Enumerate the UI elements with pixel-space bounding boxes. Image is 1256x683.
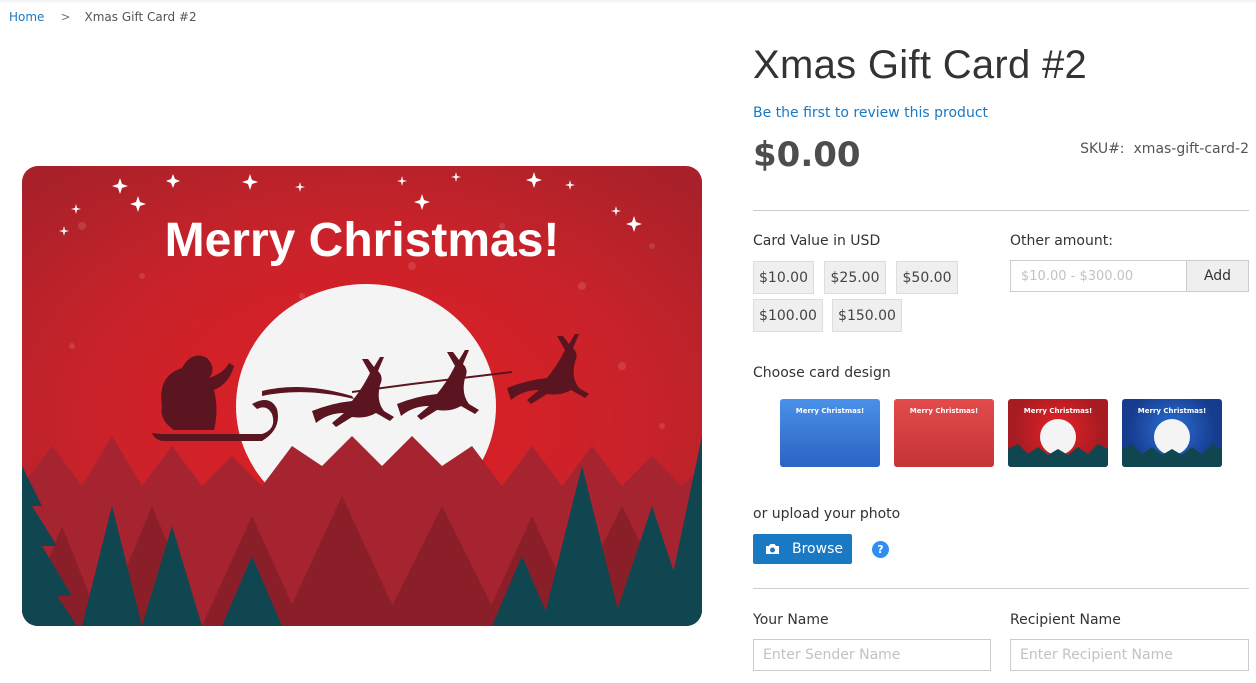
card-greeting-text: Merry Christmas! [165,214,560,267]
divider [753,588,1249,589]
design-thumbnail-art [1008,419,1108,467]
christmas-card-illustration: Merry Christmas! [22,166,702,626]
camera-icon [766,544,779,554]
product-info: Xmas Gift Card #2 Be the first to review… [753,40,1249,671]
breadcrumb-current: Xmas Gift Card #2 [84,10,197,24]
recipient-name-label: Recipient Name [1010,612,1121,628]
amount-button-10[interactable]: $10.00 [753,261,814,294]
recipient-name-input[interactable] [1010,639,1249,671]
browse-button[interactable]: Browse [753,534,852,564]
amount-button-50[interactable]: $50.00 [896,261,958,294]
card-value-label: Card Value in USD [753,233,881,249]
card-design-red-pattern[interactable]: Merry Christmas! [894,399,994,467]
review-link[interactable]: Be the first to review this product [753,105,988,121]
product-image[interactable]: Merry Christmas! [22,166,702,626]
other-amount-label: Other amount: [1010,233,1113,249]
add-amount-button[interactable]: Add [1186,260,1249,292]
your-name-label: Your Name [753,612,829,628]
upload-label: or upload your photo [753,506,901,522]
card-design-blue-pattern[interactable]: Merry Christmas! [780,399,880,467]
breadcrumb: Home > Xmas Gift Card #2 [9,10,197,24]
card-design-list: Merry Christmas! Merry Christmas! Merry … [780,399,1222,467]
amount-button-25[interactable]: $25.00 [824,261,886,294]
sender-name-input[interactable] [753,639,991,671]
breadcrumb-home[interactable]: Home [9,10,44,24]
design-text: Merry Christmas! [795,407,865,415]
amount-button-100[interactable]: $100.00 [753,299,823,332]
page-title: Xmas Gift Card #2 [753,43,1088,87]
card-design-blue-santa[interactable]: Merry Christmas! [1122,399,1222,467]
help-icon[interactable]: ? [872,541,889,558]
card-design-label: Choose card design [753,365,891,381]
amount-button-150[interactable]: $150.00 [832,299,902,332]
sku-label: SKU#: [1080,141,1125,157]
chevron-right-icon: > [60,10,71,24]
design-text: Merry Christmas! [909,407,979,415]
product-price: $0.00 [753,135,861,175]
design-thumbnail-art [1122,419,1222,467]
divider [753,210,1249,211]
browse-label: Browse [792,541,843,557]
card-design-red-santa[interactable]: Merry Christmas! [1008,399,1108,467]
sku-value: xmas-gift-card-2 [1133,141,1249,157]
sku: SKU#: xmas-gift-card-2 [1080,141,1249,157]
top-shadow [0,0,1256,4]
other-amount-input[interactable] [1010,260,1187,292]
